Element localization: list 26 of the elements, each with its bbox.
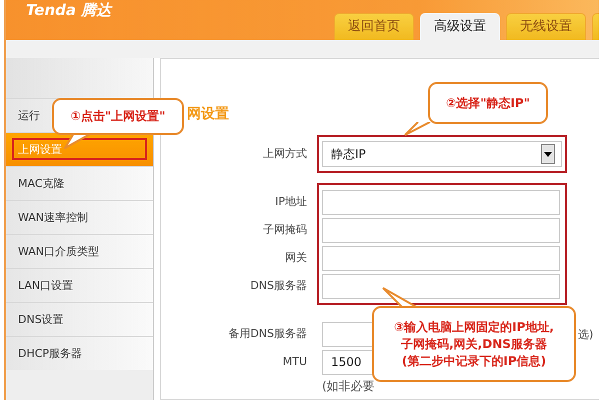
field-label: 子网掩码 xyxy=(263,222,307,236)
hint-text: 选) xyxy=(578,326,594,342)
annotation-tooltip: ②选择"静态IP" xyxy=(428,82,548,124)
field-label: MTU xyxy=(282,354,307,368)
tab[interactable]: 无线设置 xyxy=(506,13,586,40)
tab[interactable]: 返回首页 xyxy=(334,13,414,40)
input-field[interactable] xyxy=(322,274,560,298)
sidebar-item[interactable]: WAN口介质类型 xyxy=(6,234,153,268)
input-field[interactable] xyxy=(322,190,560,214)
field-label: DNS服务器 xyxy=(250,278,307,292)
input-field[interactable] xyxy=(322,218,560,242)
tab[interactable]: 高级设置 xyxy=(420,13,500,40)
input-field[interactable] xyxy=(322,246,560,270)
field-label: 备用DNS服务器 xyxy=(228,326,307,340)
sidebar-item[interactable]: MAC克隆 xyxy=(6,166,153,200)
field-label: 上网方式 xyxy=(263,146,307,160)
section-title: 网设置 xyxy=(187,105,229,124)
field-label: IP地址 xyxy=(275,194,307,208)
dropdown[interactable]: 静态IP xyxy=(322,141,562,167)
field-label: 网关 xyxy=(285,250,307,264)
tab[interactable] xyxy=(592,13,599,40)
logo: Tenda 腾达 xyxy=(25,0,112,20)
sidebar-item[interactable]: LAN口设置 xyxy=(6,268,153,302)
sidebar-item[interactable]: DHCP服务器 xyxy=(6,336,153,370)
sidebar-item[interactable]: WAN速率控制 xyxy=(6,200,153,234)
sidebar-item[interactable]: DNS设置 xyxy=(6,302,153,336)
